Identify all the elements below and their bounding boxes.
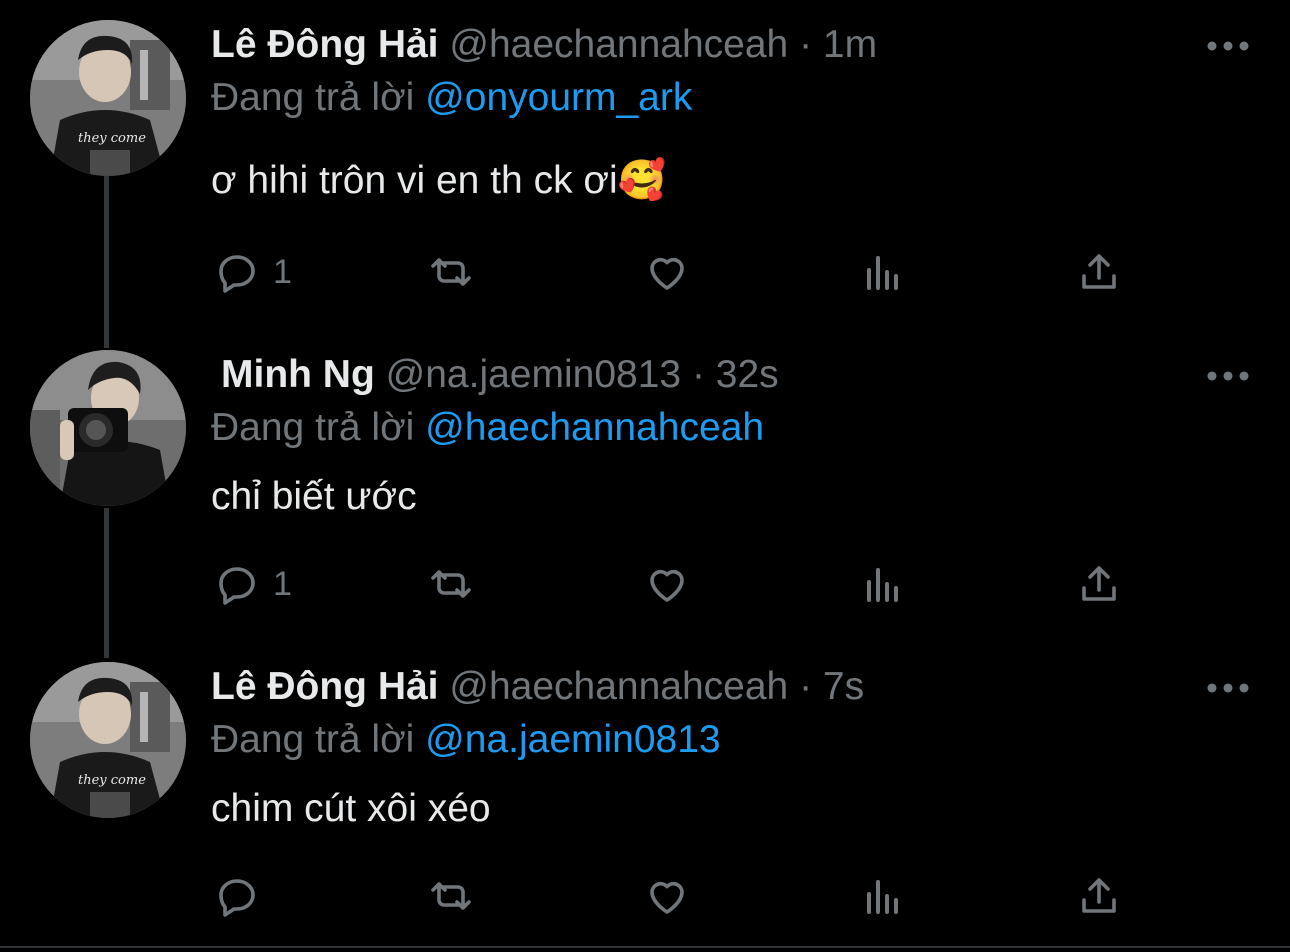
reply-thread: they come Lê Đông Hải @haechannahceah · … bbox=[0, 0, 1290, 952]
share-icon bbox=[1082, 254, 1116, 289]
share-button[interactable] bbox=[1075, 870, 1123, 922]
tweet[interactable]: they come Lê Đông Hải @haechannahceah · … bbox=[0, 0, 1290, 330]
svg-text:they come: they come bbox=[78, 773, 146, 788]
mention-link[interactable]: @onyourm_ark bbox=[425, 76, 692, 119]
replying-to: Đang trả lời @haechannahceah bbox=[211, 405, 764, 451]
timestamp[interactable]: 1m bbox=[823, 23, 877, 66]
mention-link[interactable]: @haechannahceah bbox=[425, 406, 764, 449]
avatar[interactable]: they come bbox=[30, 20, 186, 176]
retweet-button[interactable] bbox=[427, 870, 475, 922]
more-options-icon[interactable] bbox=[1206, 366, 1250, 386]
user-handle[interactable]: @haechannahceah bbox=[449, 665, 788, 708]
avatar-image: they come bbox=[30, 662, 186, 818]
mention-link[interactable]: @na.jaemin0813 bbox=[425, 718, 720, 761]
tweet-text: chim cút xôi xéo bbox=[211, 787, 491, 830]
tweet[interactable]: Minh Ng @na.jaemin0813 · 32s Đang trả lờ… bbox=[0, 330, 1290, 650]
share-button[interactable] bbox=[1075, 558, 1123, 610]
separator-dot: · bbox=[799, 23, 813, 66]
display-name[interactable]: Lê Đông Hải bbox=[211, 23, 439, 66]
reply-count: 1 bbox=[273, 564, 292, 603]
tweet-header: Minh Ng @na.jaemin0813 · 32s bbox=[221, 352, 779, 398]
retweet-button[interactable] bbox=[427, 246, 475, 298]
reply-icon bbox=[219, 879, 255, 917]
user-handle[interactable]: @haechannahceah bbox=[449, 23, 788, 66]
replying-to-label: Đang trả lời bbox=[211, 406, 415, 449]
like-button[interactable] bbox=[643, 870, 691, 922]
views-button[interactable] bbox=[859, 246, 907, 298]
tweet-header: Lê Đông Hải @haechannahceah · 1m bbox=[211, 22, 877, 68]
timestamp[interactable]: 7s bbox=[823, 665, 864, 708]
separator-dot: · bbox=[799, 665, 813, 708]
retweet-button[interactable] bbox=[427, 558, 475, 610]
like-button[interactable] bbox=[643, 246, 691, 298]
reply-count: 1 bbox=[273, 252, 292, 291]
avatar[interactable] bbox=[30, 350, 186, 506]
svg-text:they come: they come bbox=[78, 131, 146, 146]
retweet-icon bbox=[431, 882, 471, 910]
avatar-image: they come bbox=[30, 20, 186, 176]
analytics-icon bbox=[867, 256, 898, 290]
display-name[interactable]: Lê Đông Hải bbox=[211, 665, 439, 708]
emoji-smiling-hearts: 🥰 bbox=[617, 159, 667, 202]
reply-button[interactable]: 1 bbox=[213, 246, 292, 298]
tweet-actions: 1 bbox=[211, 246, 1151, 298]
more-options-icon[interactable] bbox=[1206, 678, 1250, 698]
replying-to: Đang trả lời @onyourm_ark bbox=[211, 75, 692, 121]
more-options-icon[interactable] bbox=[1206, 36, 1250, 56]
separator-dot: · bbox=[691, 353, 705, 396]
timestamp[interactable]: 32s bbox=[716, 353, 779, 396]
heart-icon bbox=[650, 257, 684, 290]
tweet-text: ơ hihi trôn vi en th ck ơi🥰 bbox=[211, 158, 666, 204]
analytics-icon bbox=[867, 880, 898, 914]
share-icon bbox=[1082, 878, 1116, 913]
display-name[interactable]: Minh Ng bbox=[221, 353, 375, 396]
views-button[interactable] bbox=[859, 870, 907, 922]
replying-to: Đang trả lời @na.jaemin0813 bbox=[211, 717, 721, 763]
tweet-text-content: ơ hihi trôn vi en th ck ơi bbox=[211, 159, 618, 202]
replying-to-label: Đang trả lời bbox=[211, 76, 415, 119]
views-button[interactable] bbox=[859, 558, 907, 610]
share-icon bbox=[1082, 566, 1116, 601]
tweet-text: chỉ biết ước bbox=[211, 475, 417, 518]
tweet-actions bbox=[211, 870, 1151, 922]
retweet-icon bbox=[431, 258, 471, 286]
reply-icon bbox=[219, 567, 255, 605]
avatar[interactable]: they come bbox=[30, 662, 186, 818]
replying-to-label: Đang trả lời bbox=[211, 718, 415, 761]
avatar-image bbox=[30, 350, 186, 506]
tweet-header: Lê Đông Hải @haechannahceah · 7s bbox=[211, 664, 864, 710]
reply-button[interactable] bbox=[213, 870, 273, 922]
tweet-actions: 1 bbox=[211, 558, 1151, 610]
retweet-icon bbox=[431, 570, 471, 598]
reply-button[interactable]: 1 bbox=[213, 558, 292, 610]
like-button[interactable] bbox=[643, 558, 691, 610]
tweet[interactable]: they come Lê Đông Hải @haechannahceah · … bbox=[0, 642, 1290, 942]
share-button[interactable] bbox=[1075, 246, 1123, 298]
heart-icon bbox=[650, 569, 684, 602]
analytics-icon bbox=[867, 568, 898, 602]
divider bbox=[0, 946, 1290, 948]
user-handle[interactable]: @na.jaemin0813 bbox=[386, 353, 681, 396]
reply-icon bbox=[219, 255, 255, 293]
heart-icon bbox=[650, 881, 684, 914]
